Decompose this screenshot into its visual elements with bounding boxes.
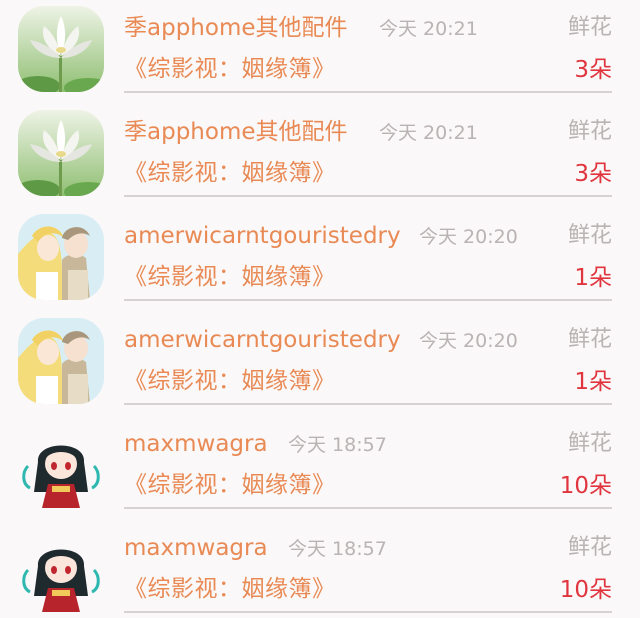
gift-count: 1朵: [574, 265, 612, 291]
book-title-link[interactable]: 《综影视：姻缘簿》: [124, 52, 336, 86]
username[interactable]: amerwicarntgouristedry: [124, 219, 401, 253]
list-item[interactable]: 季apphome其他配件 今天 20:21 鲜花 《综影视：姻缘簿》 3朵: [0, 104, 640, 208]
gift-count: 3朵: [574, 57, 612, 83]
gift-record-list: 季apphome其他配件 今天 20:21 鲜花 《综影视：姻缘簿》 3朵 季a…: [0, 0, 640, 618]
book-title-link[interactable]: 《综影视：姻缘簿》: [124, 156, 336, 190]
timestamp: 今天 20:20: [419, 330, 518, 352]
chibi-girl-avatar[interactable]: [18, 422, 104, 508]
row-divider: [124, 299, 612, 301]
list-item[interactable]: amerwicarntgouristedry 今天 20:20 鲜花 《综影视：…: [0, 208, 640, 312]
row-divider: [124, 507, 612, 509]
lotus-avatar[interactable]: [18, 6, 104, 92]
book-title-link[interactable]: 《综影视：姻缘簿》: [124, 364, 336, 398]
timestamp: 今天 20:20: [419, 226, 518, 248]
gift-type-label: 鲜花: [567, 15, 612, 40]
book-title-link[interactable]: 《综影视：姻缘簿》: [124, 572, 336, 606]
book-title-link[interactable]: 《综影视：姻缘簿》: [124, 468, 336, 502]
gift-type-label: 鲜花: [567, 119, 612, 144]
gift-count: 10朵: [559, 577, 612, 603]
timestamp: 今天 20:21: [379, 122, 478, 144]
list-item[interactable]: 季apphome其他配件 今天 20:21 鲜花 《综影视：姻缘簿》 3朵: [0, 0, 640, 104]
book-title-link[interactable]: 《综影视：姻缘簿》: [124, 260, 336, 294]
username[interactable]: 季apphome其他配件: [124, 115, 348, 149]
gift-count: 3朵: [574, 161, 612, 187]
row-divider: [124, 403, 612, 405]
username[interactable]: amerwicarntgouristedry: [124, 323, 401, 357]
gift-count: 10朵: [559, 473, 612, 499]
gift-type-label: 鲜花: [567, 535, 612, 560]
anime-couple-avatar[interactable]: [18, 318, 104, 404]
list-item[interactable]: maxmwagra 今天 18:57 鲜花 《综影视：姻缘簿》 10朵: [0, 416, 640, 520]
chibi-girl-avatar[interactable]: [18, 526, 104, 612]
list-item[interactable]: maxmwagra 今天 18:57 鲜花 《综影视：姻缘簿》 10朵: [0, 520, 640, 618]
gift-type-label: 鲜花: [567, 223, 612, 248]
gift-type-label: 鲜花: [567, 431, 612, 456]
username[interactable]: maxmwagra: [124, 531, 268, 565]
row-divider: [124, 91, 612, 93]
lotus-avatar[interactable]: [18, 110, 104, 196]
gift-type-label: 鲜花: [567, 327, 612, 352]
gift-count: 1朵: [574, 369, 612, 395]
row-divider: [124, 195, 612, 197]
username[interactable]: maxmwagra: [124, 427, 268, 461]
timestamp: 今天 18:57: [288, 434, 387, 456]
anime-couple-avatar[interactable]: [18, 214, 104, 300]
timestamp: 今天 18:57: [288, 538, 387, 560]
timestamp: 今天 20:21: [379, 18, 478, 40]
list-item[interactable]: amerwicarntgouristedry 今天 20:20 鲜花 《综影视：…: [0, 312, 640, 416]
username[interactable]: 季apphome其他配件: [124, 11, 348, 45]
row-divider: [124, 611, 612, 613]
